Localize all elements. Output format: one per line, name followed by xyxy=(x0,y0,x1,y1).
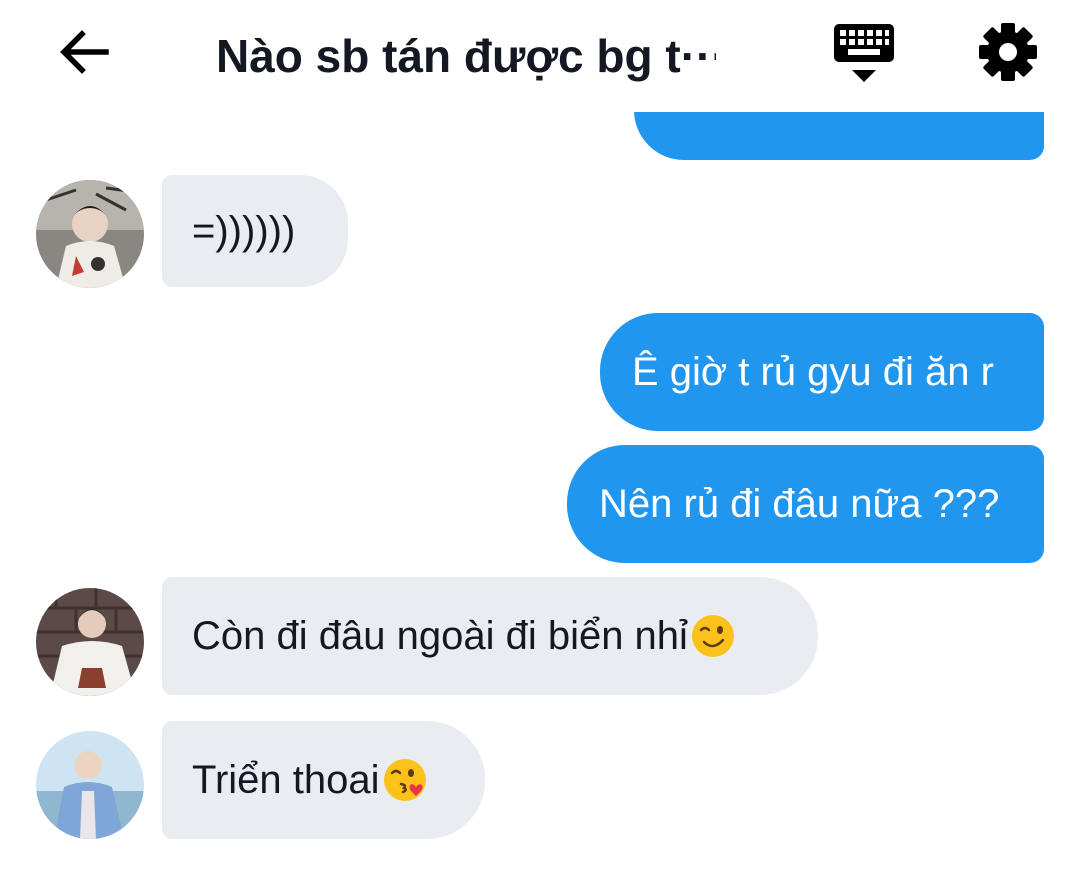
incoming-message-bubble[interactable]: Triển thoai xyxy=(162,721,485,839)
message-text: Ê giờ t rủ gyu đi ăn r xyxy=(632,349,994,394)
back-arrow-icon xyxy=(60,30,109,74)
outgoing-message-bubble[interactable]: Nên rủ đi đâu nữa ??? xyxy=(567,445,1044,563)
winking-face-emoji xyxy=(691,615,734,657)
message-text: Triển thoai xyxy=(192,757,380,802)
avatar[interactable] xyxy=(36,180,144,288)
face-blowing-kiss-emoji xyxy=(383,759,426,801)
keyboard-button[interactable] xyxy=(830,18,898,86)
message-text: Nên rủ đi đâu nữa ??? xyxy=(599,481,1000,526)
avatar[interactable] xyxy=(36,731,144,839)
message-text: =)))))) xyxy=(192,208,296,253)
incoming-message-bubble[interactable]: Còn đi đâu ngoài đi biển nhỉ xyxy=(162,577,818,695)
gear-icon xyxy=(979,23,1037,81)
chat-title[interactable]: Nào sb tán được bg t··· xyxy=(216,26,716,86)
keyboard-icon xyxy=(834,24,894,82)
chat-header: Nào sb tán được bg t··· xyxy=(0,0,1080,112)
message-text: Còn đi đâu ngoài đi biển nhỉ xyxy=(192,613,688,658)
incoming-message-bubble[interactable]: =)))))) xyxy=(162,175,348,287)
outgoing-message-bubble[interactable]: Ê giờ t rủ gyu đi ăn r xyxy=(600,313,1044,431)
avatar[interactable] xyxy=(36,588,144,696)
back-button[interactable] xyxy=(52,20,116,84)
settings-button[interactable] xyxy=(974,18,1042,86)
